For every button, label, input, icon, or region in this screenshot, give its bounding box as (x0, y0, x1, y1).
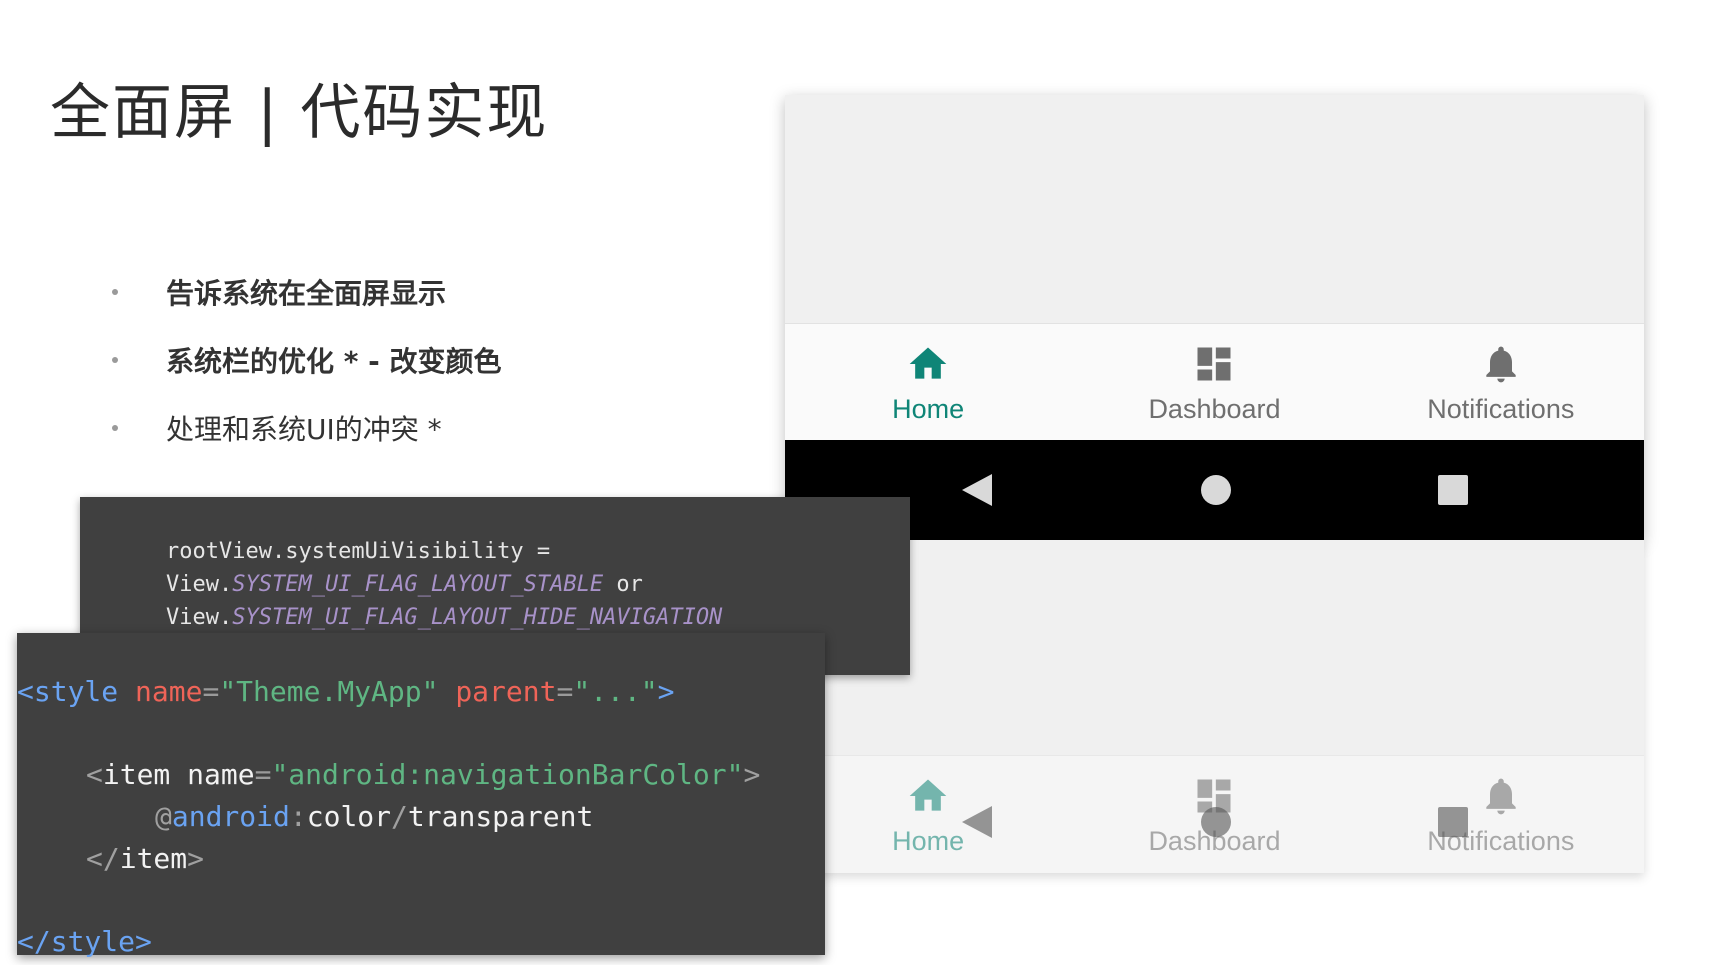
code-line: @android:color/transparent (155, 800, 594, 833)
bullet-item: 系统栏的优化 * - 改变颜色 (108, 326, 502, 394)
code-line: <item name="android:navigationBarColor"> (86, 758, 761, 791)
home-circle-icon[interactable] (1196, 802, 1236, 842)
back-icon[interactable] (958, 470, 998, 510)
home-icon (909, 347, 947, 379)
xml-code-panel: <style name="Theme.MyApp" parent="..."> … (17, 633, 825, 958)
recents-icon[interactable] (1433, 470, 1473, 510)
system-navigation-bar (785, 440, 1644, 540)
bullet-item: 处理和系统UI的冲突 * (108, 394, 502, 462)
code-line: rootView.systemUiVisibility = (166, 539, 551, 564)
bullet-list: 告诉系统在全面屏显示 系统栏的优化 * - 改变颜色 处理和系统UI的冲突 * (108, 258, 502, 462)
slide-title: 全面屏 | 代码实现 (50, 78, 549, 148)
tab-dashboard[interactable]: Dashboard (1071, 324, 1357, 441)
bell-icon (1486, 346, 1516, 383)
bullet-dot (112, 357, 118, 363)
recents-icon[interactable] (1433, 802, 1473, 842)
dashboard-icon (1197, 347, 1231, 381)
code-line: </item> (86, 842, 205, 875)
home-circle-icon[interactable] (1196, 470, 1236, 510)
phone-screenshot-opaque-navbar: Home Dashboard Notifications (785, 95, 1644, 540)
app-content-area (785, 95, 1644, 323)
tab-home[interactable]: Home (785, 324, 1071, 441)
phone-screenshot-transparent-navbar: Home Dashboard Notifications (785, 540, 1644, 873)
code-line: View.SYSTEM_UI_FLAG_LAYOUT_HIDE_NAVIGATI… (166, 605, 723, 630)
code-line: <style name="Theme.MyApp" parent="..."> (17, 675, 675, 708)
transparent-system-navigation-bar (785, 540, 1644, 873)
code-line: </style> (17, 925, 152, 958)
bottom-navigation: Home Dashboard Notifications (785, 323, 1644, 441)
back-icon[interactable] (958, 802, 998, 842)
code-line: View.SYSTEM_UI_FLAG_LAYOUT_STABLE or (166, 572, 643, 597)
bullet-dot (112, 289, 118, 295)
tab-notifications[interactable]: Notifications (1358, 324, 1644, 441)
bullet-item: 告诉系统在全面屏显示 (108, 258, 502, 326)
bullet-dot (112, 425, 118, 431)
